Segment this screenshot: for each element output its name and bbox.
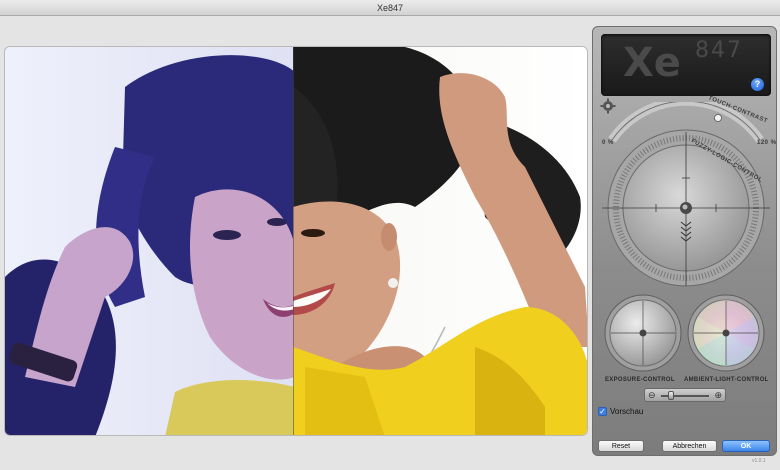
fuzzy-logic-dial[interactable] <box>598 102 774 292</box>
window-titlebar: Xe847 <box>0 0 780 16</box>
preview-photo <box>5 47 587 435</box>
image-preview[interactable] <box>4 46 588 436</box>
ambient-light-dial[interactable] <box>686 293 766 373</box>
logo-brand: Xe <box>623 40 682 86</box>
preview-checkbox[interactable]: ✓ <box>598 406 607 416</box>
zoom-in-icon[interactable]: ⊕ <box>714 390 722 401</box>
exposure-control-dial[interactable] <box>603 293 683 373</box>
touch-contrast-max-label: 120 % <box>757 140 777 146</box>
ok-button[interactable]: OK <box>722 440 770 452</box>
brand-logo: Xe 847 ? <box>601 34 771 96</box>
ambient-light-caption: AMBIENT-LIGHT-CONTROL <box>684 377 769 383</box>
exposure-control-caption: EXPOSURE-CONTROL <box>605 377 675 383</box>
window-title: Xe847 <box>376 3 404 13</box>
cancel-button[interactable]: Abbrechen <box>662 440 717 452</box>
logo-number: 847 <box>695 38 743 63</box>
split-divider[interactable] <box>293 47 294 435</box>
zoom-slider[interactable]: ⊖ ⊕ <box>644 388 726 402</box>
zoom-thumb[interactable] <box>667 391 674 400</box>
version-label: v1.0.1 <box>752 458 766 464</box>
touch-contrast-min-label: 0 % <box>602 140 614 146</box>
zoom-out-icon[interactable]: ⊖ <box>648 390 656 401</box>
reset-button[interactable]: Reset <box>598 440 644 452</box>
preview-checkbox-label: Vorschau <box>610 406 644 416</box>
preview-toggle[interactable]: ✓ Vorschau <box>598 405 643 417</box>
help-icon[interactable]: ? <box>751 78 764 91</box>
